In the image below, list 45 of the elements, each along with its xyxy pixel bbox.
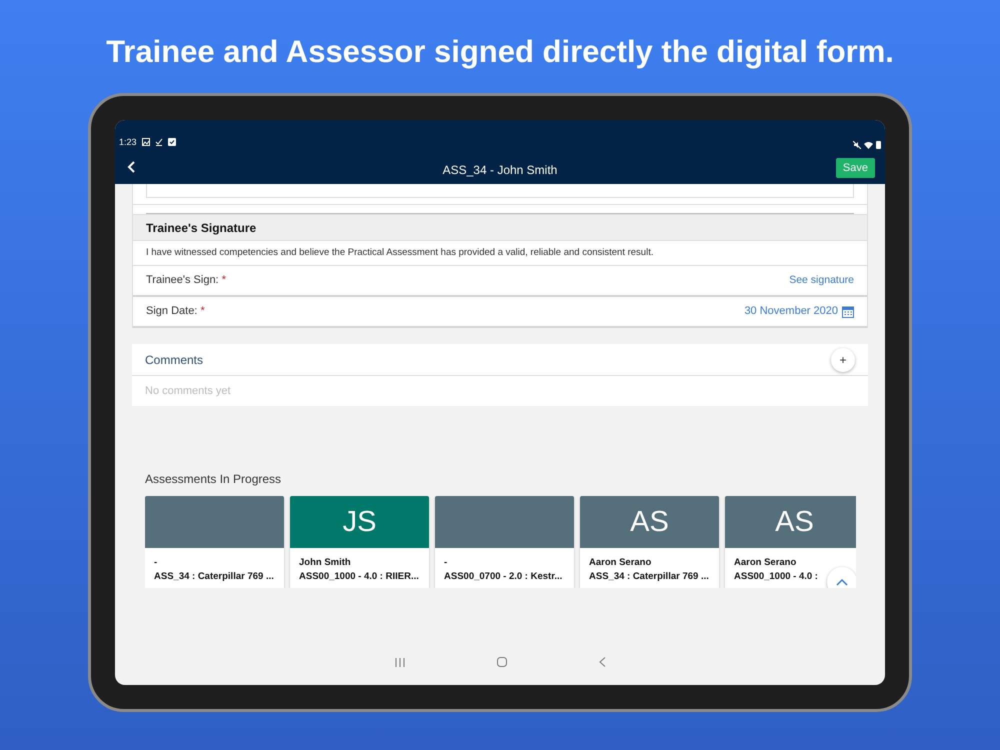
add-comment-button[interactable]: + xyxy=(831,348,855,372)
status-time: 1:23 xyxy=(119,136,137,148)
back-icon xyxy=(127,160,137,174)
trainee-name: Aaron Serano xyxy=(589,556,652,570)
image-icon xyxy=(142,138,150,146)
text-field[interactable] xyxy=(146,184,854,198)
see-signature-link[interactable]: See signature xyxy=(789,272,854,288)
assessment-card[interactable]: JS John Smith ASS00_1000 - 4.0 : RIIER... xyxy=(290,496,429,588)
assessment-title: ASS_34 : Caterpillar 769 ... xyxy=(589,570,709,584)
trainee-name: - xyxy=(154,556,158,570)
wifi-icon xyxy=(864,141,873,149)
assessment-title: ASS00_1000 - 4.0 : RIIER... xyxy=(299,570,419,584)
field-label: Trainee's Sign: * xyxy=(146,273,226,288)
back-button[interactable] xyxy=(127,160,137,174)
trainee-name: John Smith xyxy=(299,556,351,570)
assessment-title: ASS00_1000 - 4.0 : xyxy=(734,570,818,584)
initials-text: AS xyxy=(630,508,669,536)
initials-text: AS xyxy=(775,508,814,536)
back-icon[interactable] xyxy=(598,657,606,667)
assessment-title: ASS00_0700 - 2.0 : Kestr... xyxy=(444,570,562,584)
assessment-card[interactable]: AS Aaron Serano ASS_34 : Caterpillar 769 ... xyxy=(580,496,719,588)
assessment-card[interactable]: - ASS_34 : Caterpillar 769 ... xyxy=(145,496,284,588)
date-value[interactable]: 30 November 2020 xyxy=(744,303,838,320)
headline: Trainee and Assessor signed directly the digital form. xyxy=(106,33,894,71)
statement-text: I have witnessed competencies and believe the Practical Assessment has provided a valid, reliable and consistent result. xyxy=(146,246,654,260)
chevron-up-icon xyxy=(836,578,848,586)
screen-title: ASS_34 - John Smith xyxy=(442,162,558,178)
battery-icon xyxy=(876,141,881,149)
recent-apps-icon[interactable] xyxy=(394,658,404,666)
home-icon[interactable] xyxy=(496,657,506,667)
checkbox-icon xyxy=(168,138,176,146)
initials-text: JS xyxy=(342,508,376,536)
assessment-card[interactable]: AS Aaron Serano ASS00_1000 - 4.0 : xyxy=(725,496,856,588)
mute-icon xyxy=(853,141,861,149)
trainee-name: - xyxy=(444,556,448,570)
assessment-title: ASS_34 : Caterpillar 769 ... xyxy=(154,570,274,584)
assessment-card[interactable]: - ASS00_0700 - 2.0 : Kestr... xyxy=(435,496,574,588)
checkmark-icon xyxy=(154,138,163,146)
field-label: Sign Date: * xyxy=(146,304,205,320)
section-title: Assessments In Progress xyxy=(145,471,282,488)
comments-title: Comments xyxy=(145,352,204,368)
trainee-name: Aaron Serano xyxy=(734,556,796,570)
empty-comments-text: No comments yet xyxy=(145,384,231,399)
calendar-icon[interactable] xyxy=(842,306,854,318)
section-title: Trainee's Signature xyxy=(146,220,256,236)
